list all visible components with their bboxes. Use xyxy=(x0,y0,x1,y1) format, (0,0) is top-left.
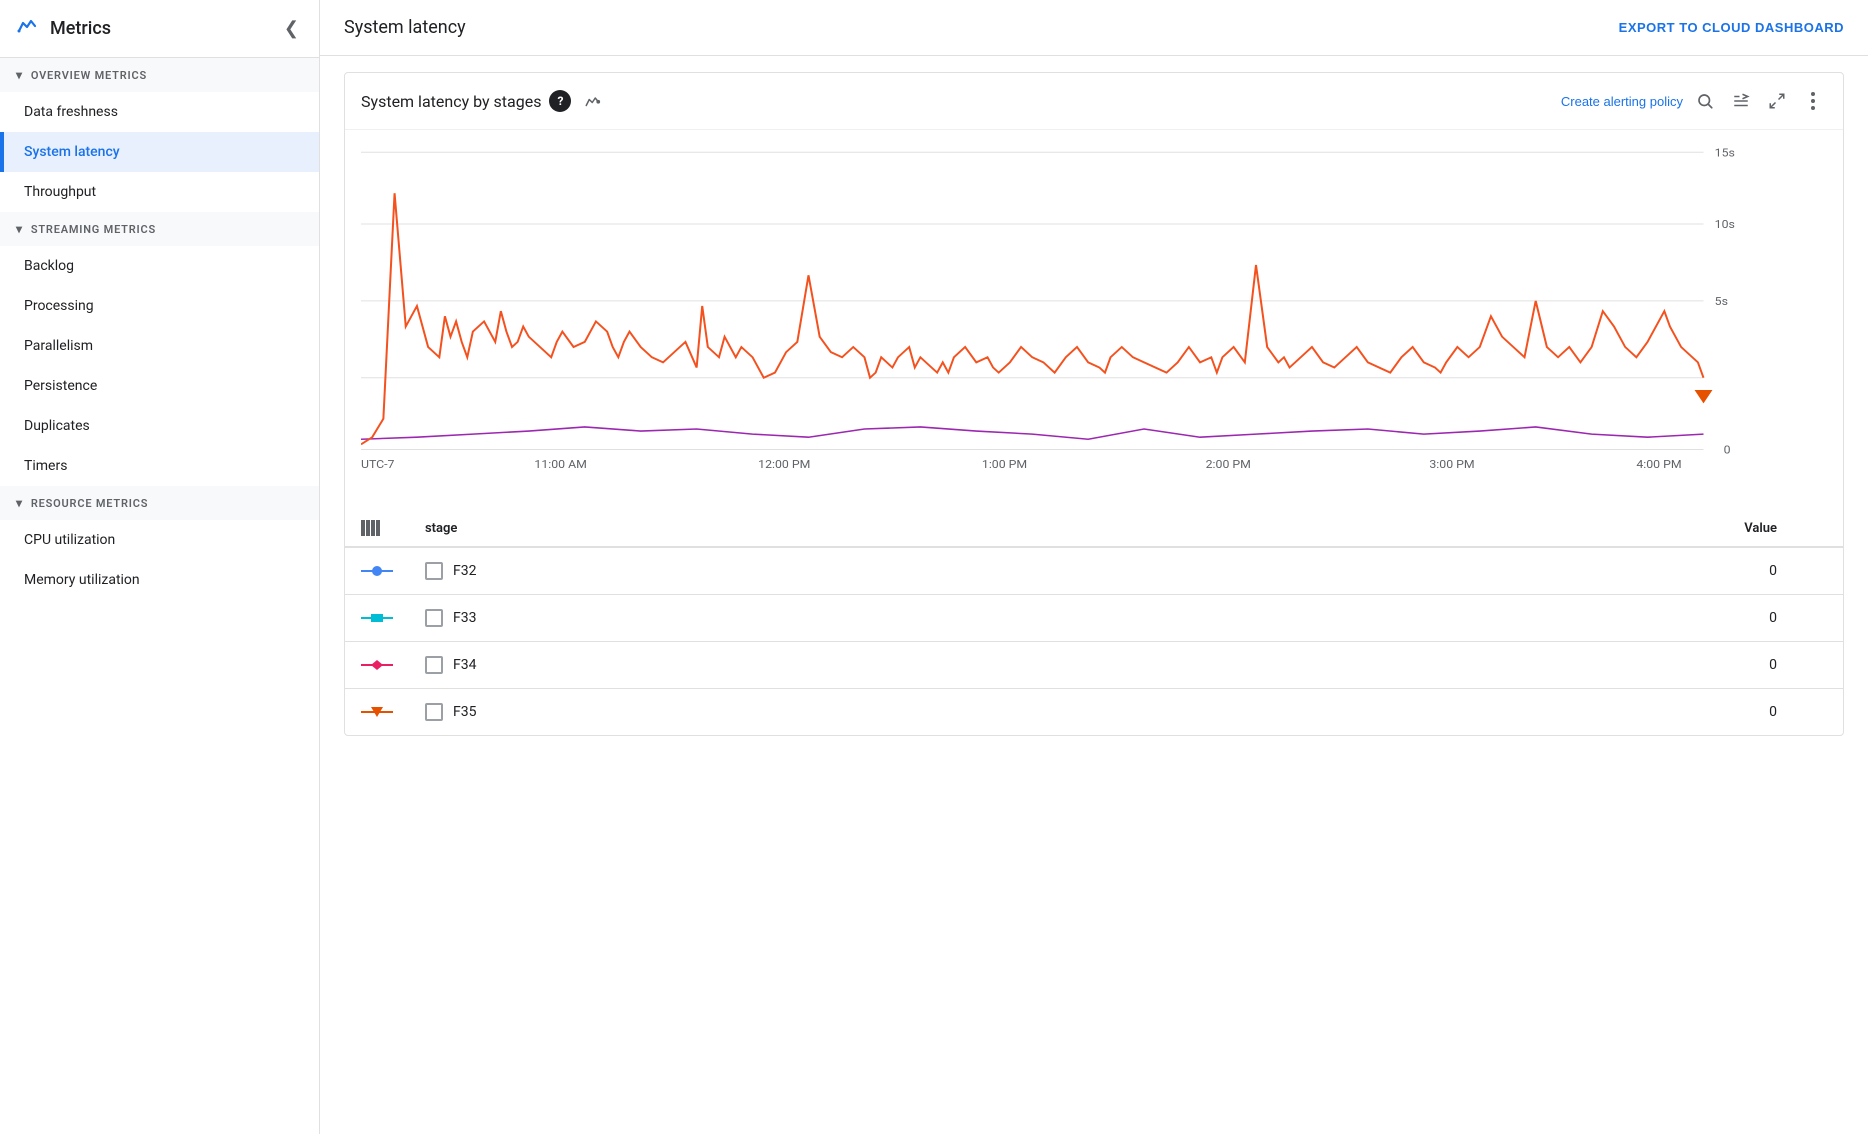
chart-title: System latency by stages xyxy=(361,92,541,111)
nav-item-parallelism[interactable]: Parallelism xyxy=(0,326,319,366)
svg-text:10s: 10s xyxy=(1715,218,1735,231)
f32-label: F32 xyxy=(453,563,476,579)
nav-item-backlog[interactable]: Backlog xyxy=(0,246,319,286)
svg-text:1:00 PM: 1:00 PM xyxy=(982,457,1027,470)
create-alert-button[interactable]: Create alerting policy xyxy=(1561,94,1683,109)
nav-item-cpu[interactable]: CPU utilization xyxy=(0,520,319,560)
svg-text:11:00 AM: 11:00 AM xyxy=(534,457,586,470)
nav-item-persistence[interactable]: Persistence xyxy=(0,366,319,406)
column-icon-header[interactable] xyxy=(345,510,409,547)
main-content: System latency EXPORT TO CLOUD DASHBOARD… xyxy=(320,0,1868,1134)
search-icon[interactable] xyxy=(1691,87,1719,115)
f34-checkbox[interactable] xyxy=(425,656,443,674)
svg-text:15s: 15s xyxy=(1715,146,1735,159)
legend-table: stage Value xyxy=(345,510,1843,735)
svg-text:3:00 PM: 3:00 PM xyxy=(1429,457,1474,470)
chart-container: 15s 10s 5s 0 UTC-7 11:00 AM 12:00 PM 1:0… xyxy=(345,130,1843,510)
f33-checkbox[interactable] xyxy=(425,609,443,627)
collapse-button[interactable]: ❮ xyxy=(280,14,303,43)
section-resource[interactable]: ▾ RESOURCE METRICS xyxy=(0,486,319,520)
chart-toolbar: System latency by stages ? Create alerti… xyxy=(345,73,1843,130)
sidebar-header: Metrics ❮ xyxy=(0,0,319,58)
section-overview-label: OVERVIEW METRICS xyxy=(31,69,147,82)
nav-item-system-latency[interactable]: System latency xyxy=(0,132,319,172)
fullscreen-icon[interactable] xyxy=(1763,87,1791,115)
f35-label: F35 xyxy=(453,704,476,720)
section-streaming-label: STREAMING METRICS xyxy=(31,223,156,236)
f33-value: 0 xyxy=(1188,595,1793,642)
table-row: F34 0 xyxy=(345,642,1843,689)
f33-line-indicator xyxy=(361,612,393,624)
help-icon[interactable]: ? xyxy=(549,90,571,112)
f32-checkbox[interactable] xyxy=(425,562,443,580)
f34-line-indicator xyxy=(361,659,393,671)
nav-item-data-freshness[interactable]: Data freshness xyxy=(0,92,319,132)
chart-svg: 15s 10s 5s 0 UTC-7 11:00 AM 12:00 PM 1:0… xyxy=(361,142,1793,470)
svg-text:5s: 5s xyxy=(1715,294,1728,307)
nav-item-throughput[interactable]: Throughput xyxy=(0,172,319,212)
svg-text:12:00 PM: 12:00 PM xyxy=(758,457,810,470)
nav-item-memory[interactable]: Memory utilization xyxy=(0,560,319,600)
sidebar: Metrics ❮ ▾ OVERVIEW METRICS Data freshn… xyxy=(0,0,320,1134)
brand-label: Metrics xyxy=(50,18,111,39)
svg-text:2:00 PM: 2:00 PM xyxy=(1206,457,1251,470)
chevron-down-icon: ▾ xyxy=(16,68,23,82)
legend-icon[interactable] xyxy=(1727,87,1755,115)
chart-card: System latency by stages ? Create alerti… xyxy=(344,72,1844,736)
section-streaming[interactable]: ▾ STREAMING METRICS xyxy=(0,212,319,246)
nav-item-duplicates[interactable]: Duplicates xyxy=(0,406,319,446)
f34-value: 0 xyxy=(1188,642,1793,689)
f33-label: F33 xyxy=(453,610,476,626)
chevron-down-icon-3: ▾ xyxy=(16,496,23,510)
export-button[interactable]: EXPORT TO CLOUD DASHBOARD xyxy=(1619,20,1844,35)
nav-item-processing[interactable]: Processing xyxy=(0,286,319,326)
table-row: F35 0 xyxy=(345,689,1843,736)
f35-value: 0 xyxy=(1188,689,1793,736)
metrics-explorer-icon[interactable] xyxy=(579,87,607,115)
section-overview[interactable]: ▾ OVERVIEW METRICS xyxy=(0,58,319,92)
svg-text:UTC-7: UTC-7 xyxy=(361,457,395,470)
chart-area: System latency by stages ? Create alerti… xyxy=(320,56,1868,1134)
more-options-icon[interactable] xyxy=(1799,87,1827,115)
f34-label: F34 xyxy=(453,657,476,673)
f35-line-indicator xyxy=(361,706,393,718)
nav-item-timers[interactable]: Timers xyxy=(0,446,319,486)
top-bar: System latency EXPORT TO CLOUD DASHBOARD xyxy=(320,0,1868,56)
svg-text:4:00 PM: 4:00 PM xyxy=(1636,457,1681,470)
f32-value: 0 xyxy=(1188,547,1793,595)
value-column-header: Value xyxy=(1188,510,1793,547)
section-resource-label: RESOURCE METRICS xyxy=(31,497,148,510)
page-title: System latency xyxy=(344,17,466,38)
svg-text:0: 0 xyxy=(1724,443,1731,456)
stage-column-header: stage xyxy=(409,510,1188,547)
brand-icon xyxy=(16,14,40,43)
f32-line-indicator xyxy=(361,565,393,577)
f35-checkbox[interactable] xyxy=(425,703,443,721)
table-row: F33 0 xyxy=(345,595,1843,642)
chevron-down-icon-2: ▾ xyxy=(16,222,23,236)
table-row: F32 0 xyxy=(345,547,1843,595)
brand: Metrics xyxy=(16,14,111,43)
